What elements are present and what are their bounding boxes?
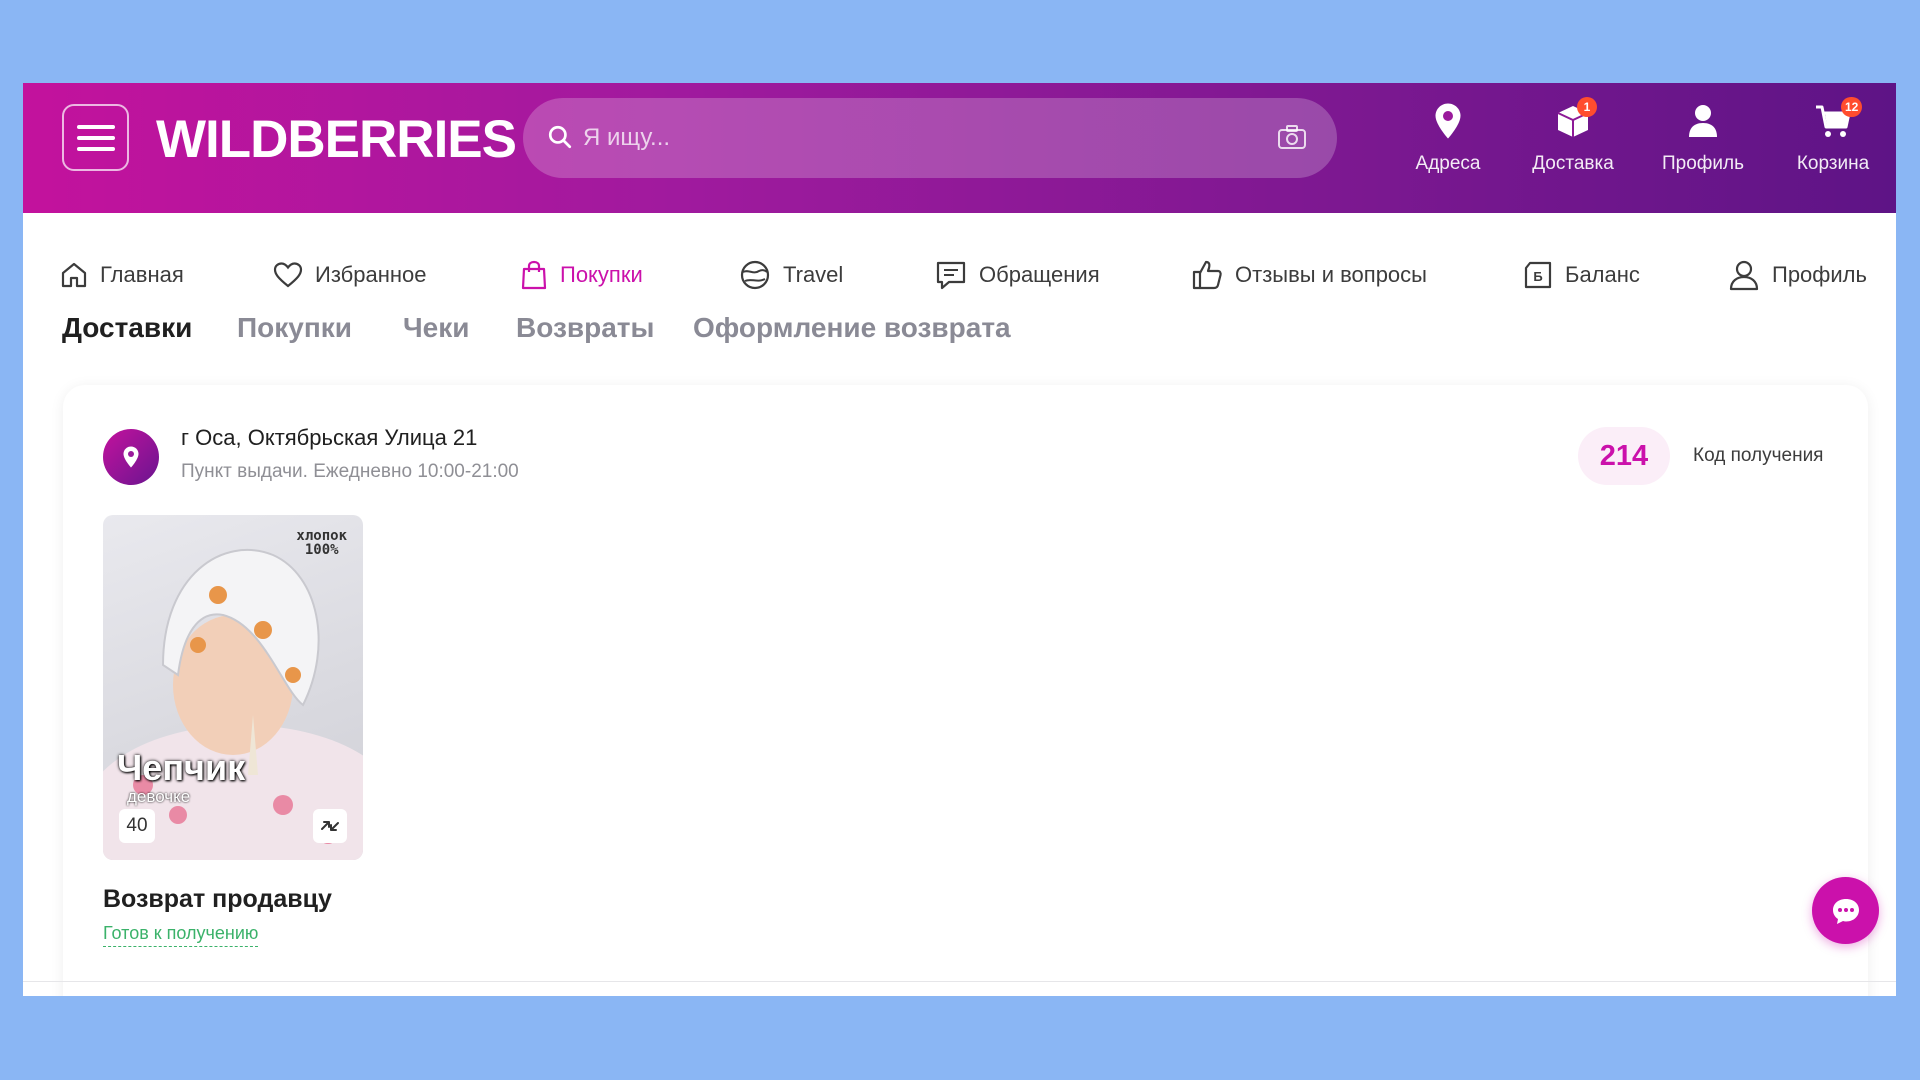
product-name-overlay: Чепчик (117, 747, 246, 788)
nav-item-label: Главная (100, 262, 184, 287)
tab-return-request[interactable]: Оформление возврата (693, 312, 1011, 344)
tab-deliveries[interactable]: Доставки (62, 312, 192, 344)
nav-item-label: Избранное (315, 262, 427, 287)
product-material-tag: хлопок 100% (296, 528, 347, 558)
nav-item-profile[interactable]: Профиль (1728, 243, 1867, 307)
search-input[interactable] (583, 116, 1263, 160)
nav-item-home[interactable]: Главная (60, 243, 184, 307)
delivery-card: г Оса, Октябрьская Улица 21 Пункт выдачи… (63, 385, 1868, 996)
nav-item-requests[interactable]: Обращения (935, 243, 1100, 307)
wallet-icon: Б (1524, 261, 1552, 289)
nav-item-favorites[interactable]: Избранное (273, 243, 427, 307)
nav-item-purchases[interactable]: Покупки (520, 243, 643, 307)
app-window: WILDBERRIES Адреса (23, 83, 1896, 996)
header-nav-delivery[interactable]: 1 Доставка (1523, 97, 1623, 187)
svg-text:Б: Б (1533, 269, 1542, 284)
nav-item-reviews[interactable]: Отзывы и вопросы (1191, 243, 1427, 307)
nav-item-travel[interactable]: Travel (739, 243, 843, 307)
divider (23, 981, 1896, 982)
nav-item-label: Travel (783, 262, 844, 287)
delivery-status[interactable]: Готов к получению (103, 923, 259, 947)
tab-purchases[interactable]: Покупки (237, 312, 352, 344)
pickup-address[interactable]: г Оса, Октябрьская Улица 21 (181, 425, 477, 451)
pickup-code-label: Код получения (1693, 445, 1824, 466)
header: WILDBERRIES Адреса (23, 83, 1896, 213)
chat-button[interactable] (1812, 877, 1879, 944)
header-nav-label: Доставка (1532, 153, 1614, 174)
home-icon (61, 262, 87, 288)
delivery-status-title: Возврат продавцу (103, 885, 332, 913)
header-nav-addresses[interactable]: Адреса (1403, 97, 1493, 187)
header-nav-profile[interactable]: Профиль (1653, 97, 1753, 187)
nav-item-label: Профиль (1772, 262, 1867, 287)
product-image[interactable]: хлопок 100% Чепчик девочке 40 (103, 515, 363, 860)
nav-item-balance[interactable]: Б Баланс (1523, 243, 1640, 307)
bag-icon (521, 260, 547, 290)
pickup-point-icon (103, 429, 159, 485)
user-icon (1689, 105, 1717, 137)
chat-icon (1832, 898, 1859, 924)
message-icon (936, 261, 966, 290)
logo[interactable]: WILDBERRIES (156, 109, 517, 170)
product-sub-overlay: девочке (127, 787, 191, 806)
search-bar[interactable] (523, 98, 1337, 178)
cart-badge: 12 (1841, 97, 1863, 117)
globe-icon (740, 260, 770, 290)
header-nav-cart[interactable]: 12 Корзина (1783, 97, 1883, 187)
nav-item-label: Баланс (1565, 262, 1640, 287)
thumbs-up-icon (1192, 260, 1222, 290)
tab-returns[interactable]: Возвраты (516, 312, 654, 344)
product-size: 40 (119, 809, 155, 843)
account-nav: Главная Избранное Покупки Travel Обращен… (23, 243, 1896, 307)
delivery-badge: 1 (1577, 97, 1597, 117)
header-nav-label: Корзина (1796, 153, 1870, 174)
user-outline-icon (1729, 260, 1759, 291)
search-icon (548, 125, 572, 149)
location-pin-icon (123, 446, 139, 468)
header-nav-label: Профиль (1661, 153, 1745, 174)
header-nav-label: Адреса (1415, 153, 1481, 174)
camera-icon[interactable] (1277, 124, 1307, 150)
nav-item-label: Отзывы и вопросы (1235, 262, 1427, 287)
nav-item-label: Обращения (979, 262, 1100, 287)
heart-icon (273, 262, 303, 288)
return-icon (313, 809, 347, 843)
pickup-code: 214 (1578, 427, 1670, 485)
tab-receipts[interactable]: Чеки (403, 312, 469, 344)
menu-button[interactable] (62, 104, 129, 171)
pickup-hours: Пункт выдачи. Ежедневно 10:00-21:00 (181, 461, 519, 482)
nav-item-label: Покупки (560, 262, 643, 287)
location-pin-icon (1435, 103, 1461, 139)
